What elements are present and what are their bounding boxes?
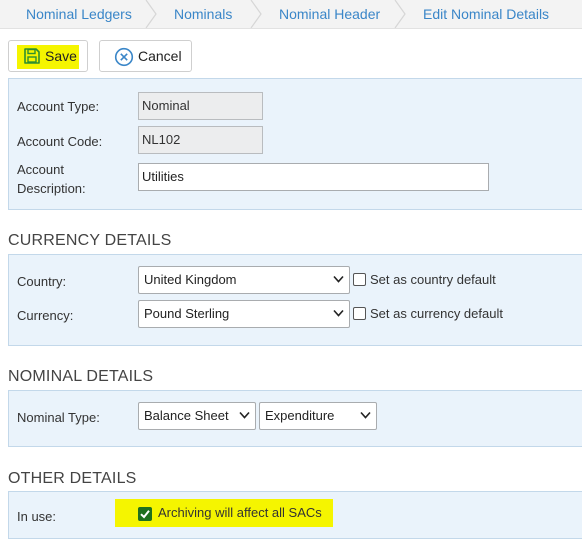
cancel-label: Cancel [138,48,182,64]
chevron-right-icon [249,0,263,28]
cancel-button[interactable]: Cancel [99,40,192,72]
floppy-disk-icon [23,47,41,65]
currency-default-option[interactable]: Set as currency default [353,306,503,321]
nominal-type-select[interactable]: Balance Sheet [138,402,256,430]
in-use-label: In use: [17,509,57,524]
checkmark-icon [140,510,150,519]
nominal-details-panel: Nominal Type: Balance Sheet Expenditure [8,390,582,447]
breadcrumb: Nominal Ledgers Nominals Nominal Header … [0,0,582,29]
archiving-label: Archiving will affect all SACs [158,505,322,520]
country-default-checkbox[interactable] [353,273,366,286]
nominal-subtype-select[interactable]: Expenditure [259,402,377,430]
currency-select-value: Pound Sterling [144,306,230,321]
chevron-down-icon [333,275,344,283]
country-default-option[interactable]: Set as country default [353,272,496,287]
currency-details-title: CURRENCY DETAILS [8,232,172,249]
currency-details-panel: Country: United Kingdom Set as country d… [8,254,582,346]
account-type-label: Account Type: [17,99,100,114]
chevron-down-icon [239,411,250,419]
save-label: Save [45,48,77,64]
account-panel: Account Type: Nominal Account Code: NL10… [8,78,582,210]
account-code-field: NL102 [138,126,263,154]
country-label: Country: [17,274,67,289]
breadcrumb-nominal-header[interactable]: Nominal Header [279,0,380,28]
breadcrumb-nominals[interactable]: Nominals [174,0,232,28]
nominal-type-label: Nominal Type: [17,410,100,425]
archiving-checkbox[interactable] [138,507,152,521]
chevron-right-icon [393,0,407,28]
other-details-title: OTHER DETAILS [8,470,137,487]
breadcrumb-nominal-ledgers[interactable]: Nominal Ledgers [26,0,132,28]
country-select[interactable]: United Kingdom [138,266,350,294]
account-type-field: Nominal [138,92,263,120]
currency-default-checkbox[interactable] [353,307,366,320]
chevron-down-icon [360,411,371,419]
chevron-right-icon [144,0,158,28]
account-code-label: Account Code: [17,134,103,149]
account-description-input[interactable]: Utilities [138,163,489,191]
country-default-label: Set as country default [370,272,496,287]
account-description-label-line1: Account [17,162,64,177]
currency-label: Currency: [17,308,74,323]
chevron-down-icon [333,309,344,317]
breadcrumb-edit-nominal-details[interactable]: Edit Nominal Details [423,0,549,28]
country-select-value: United Kingdom [144,272,237,287]
nominal-subtype-select-value: Expenditure [265,408,335,423]
currency-default-label: Set as currency default [370,306,503,321]
nominal-details-title: NOMINAL DETAILS [8,368,154,385]
currency-select[interactable]: Pound Sterling [138,300,350,328]
save-button[interactable]: Save [8,40,88,72]
account-description-label-line2: Description: [17,181,86,196]
nominal-type-select-value: Balance Sheet [144,408,229,423]
close-circle-icon [114,47,134,67]
